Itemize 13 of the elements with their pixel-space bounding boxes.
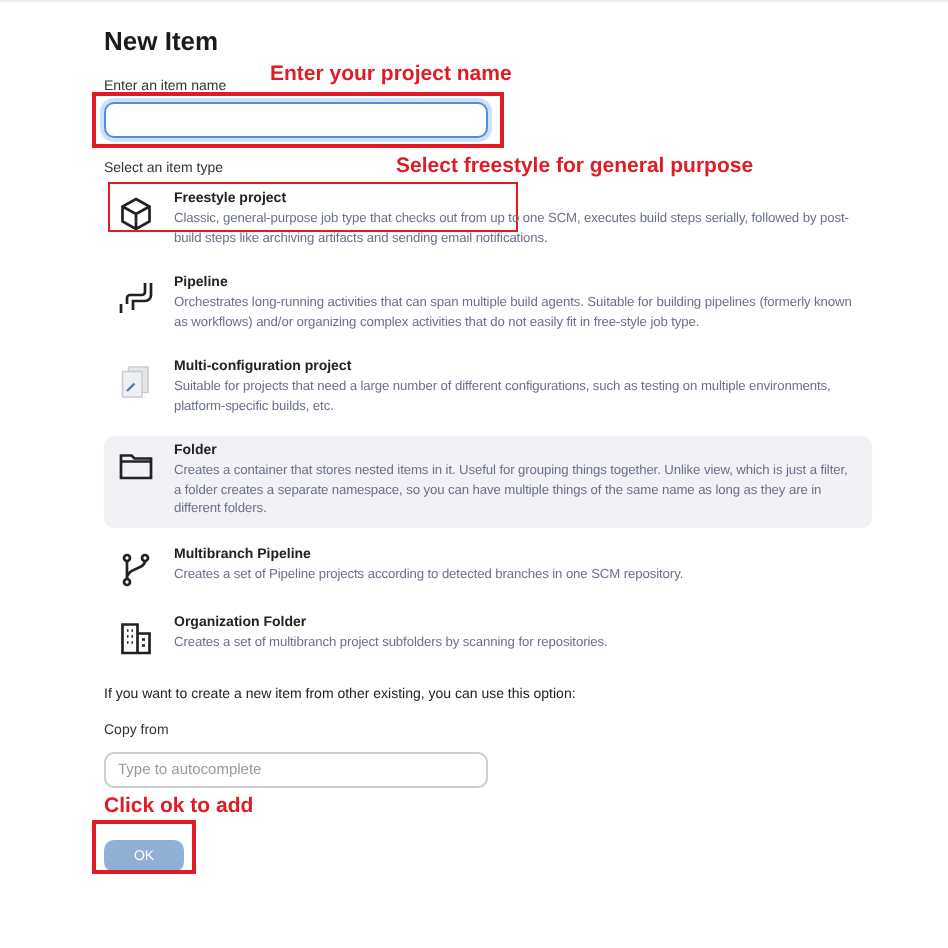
- item-type-option[interactable]: [104, 436, 872, 527]
- annotation-box: [92, 819, 196, 873]
- documents-icon: [118, 364, 154, 400]
- annotation-text: Enter your project name: [270, 62, 512, 86]
- annotation-text: Click ok to add: [104, 793, 256, 817]
- page-title: New Item: [104, 26, 221, 56]
- pipeline-icon: [118, 280, 154, 316]
- folder-icon: [118, 448, 154, 484]
- item-name-input[interactable]: [104, 102, 488, 138]
- annotation-text: Select freestyle for general purpose: [396, 154, 754, 178]
- cube-icon: [118, 196, 154, 232]
- branch-icon: [118, 551, 154, 587]
- building-icon: [118, 619, 154, 655]
